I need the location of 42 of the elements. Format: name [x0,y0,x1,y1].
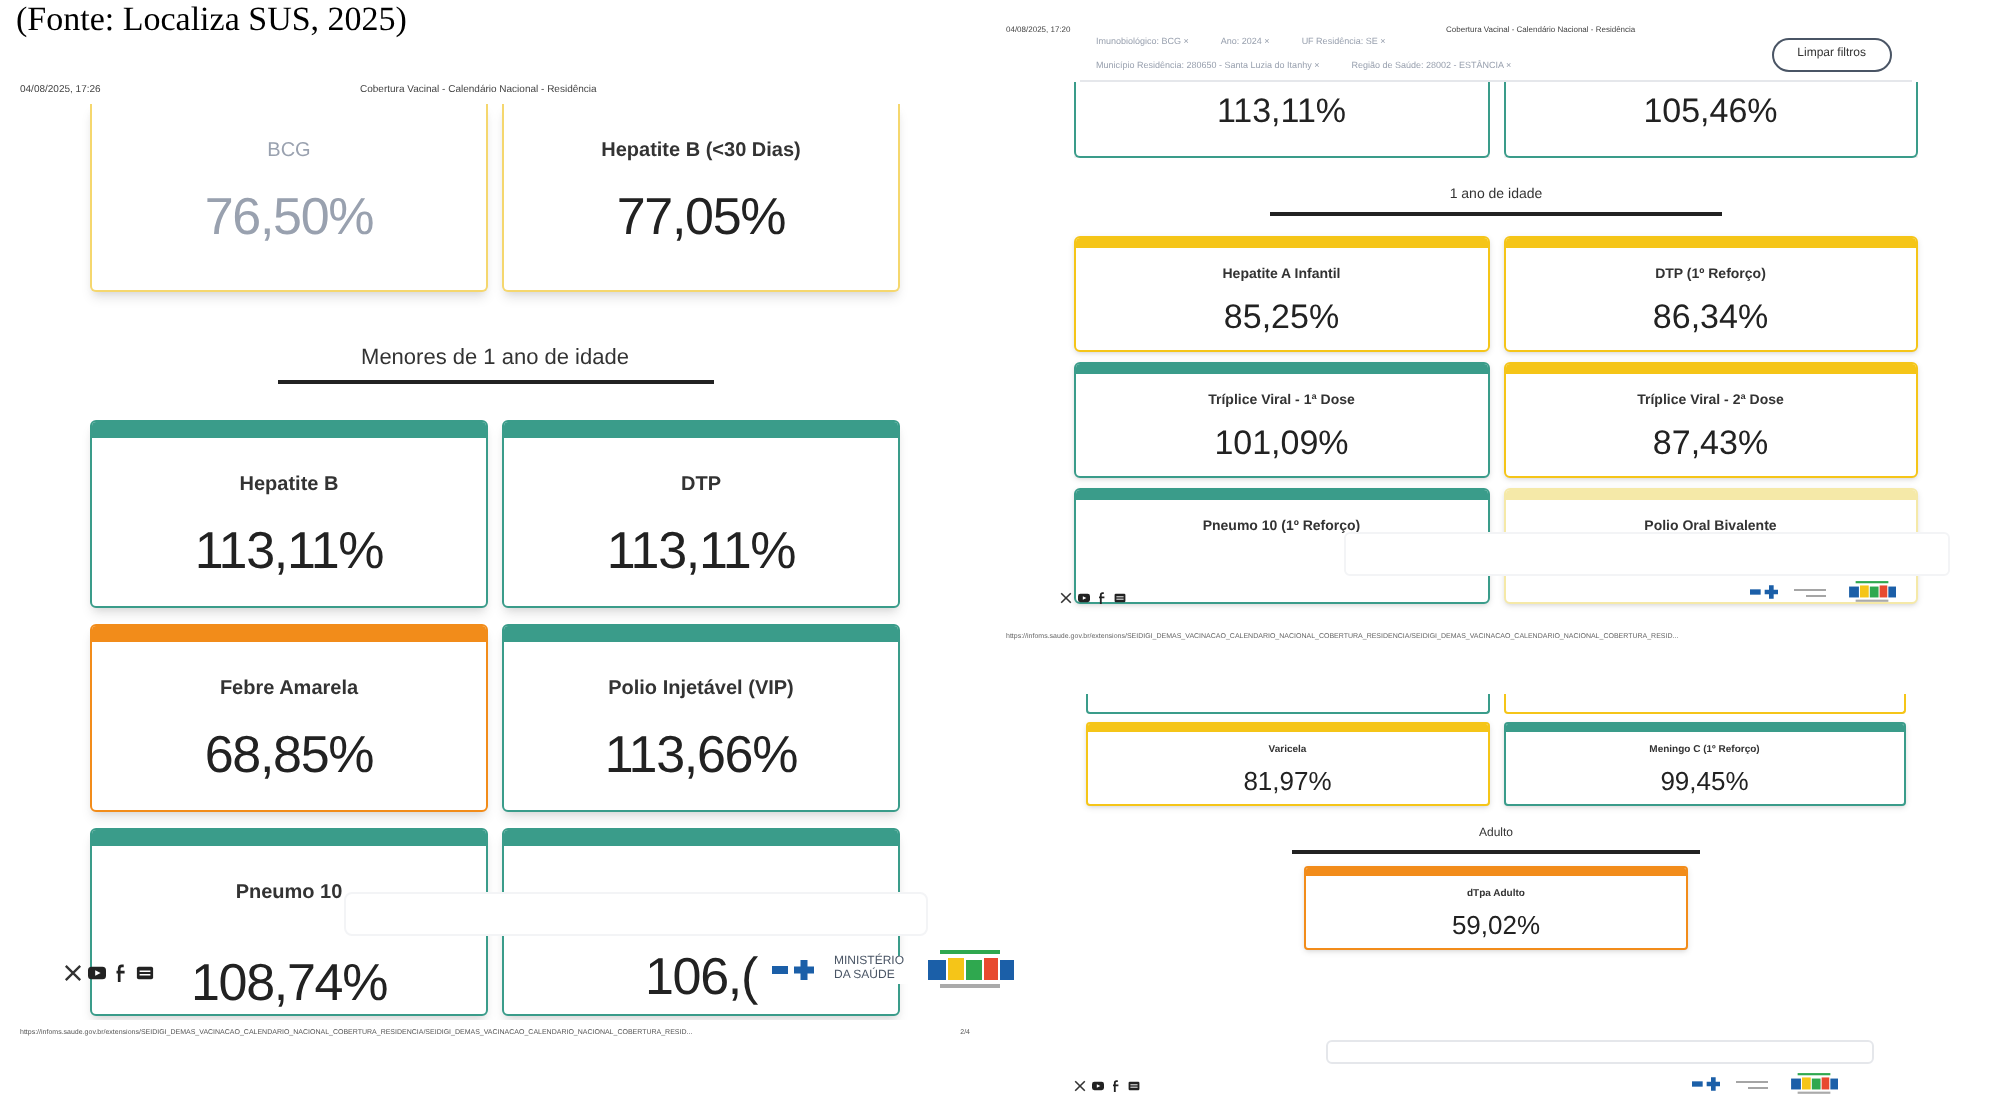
play-icon[interactable] [1092,1080,1104,1092]
card-value: 108,74% [190,952,388,1012]
card-title: Pneumo 10 [235,880,343,908]
x-logo-icon[interactable] [1074,1080,1086,1092]
card-value: 68,85% [204,724,374,784]
x-logo-icon[interactable] [64,964,82,982]
card-value: 113,11% [1216,89,1347,133]
cross-logo-icon [1750,584,1782,600]
flag-logo-icon [924,948,1016,992]
card-title: DTP [681,472,721,500]
card-title: Febre Amarela [219,676,359,704]
card-value: 113,66% [604,724,798,784]
f-logo-icon[interactable] [112,964,130,982]
ministry-logo-icon [1736,1079,1768,1089]
figure-caption: (Fonte: Localiza SUS, 2025) [16,0,409,40]
card-value: 59,02% [1451,907,1541,943]
f-logo-icon[interactable] [1110,1080,1122,1092]
card-value: 76,50% [204,185,374,245]
cross-logo-icon [1692,1076,1724,1092]
card-value: 101,09% [1214,421,1349,465]
card-value: 85,25% [1223,295,1340,339]
card-value: 113,11% [606,520,796,580]
mail-icon[interactable] [1114,592,1126,604]
card-value: 105,46% [1643,89,1778,133]
card-title: BCG [267,137,311,165]
section-heading: Menores de 1 ano de idade [361,343,629,373]
mail-icon[interactable] [1128,1080,1140,1092]
card-value: 99,45% [1660,763,1749,799]
card-value: 113,11% [194,520,384,580]
card-value: 81,97% [1243,763,1332,799]
card-value: 86,34% [1652,295,1769,339]
card-value: 87,43% [1652,421,1769,465]
f-logo-icon[interactable] [1096,592,1108,604]
card-title: Hepatite B [239,472,339,500]
cross-logo-icon [772,958,820,982]
play-icon[interactable] [1078,592,1090,604]
ministry-logo-icon [1794,587,1826,597]
card-value: 106,( [644,946,757,1006]
card-value: 77,05% [616,185,786,245]
card-title: Hepatite B (<30 Dias) [601,137,801,165]
x-logo-icon[interactable] [1060,592,1072,604]
card-title: Polio Injetável (VIP) [608,676,794,704]
